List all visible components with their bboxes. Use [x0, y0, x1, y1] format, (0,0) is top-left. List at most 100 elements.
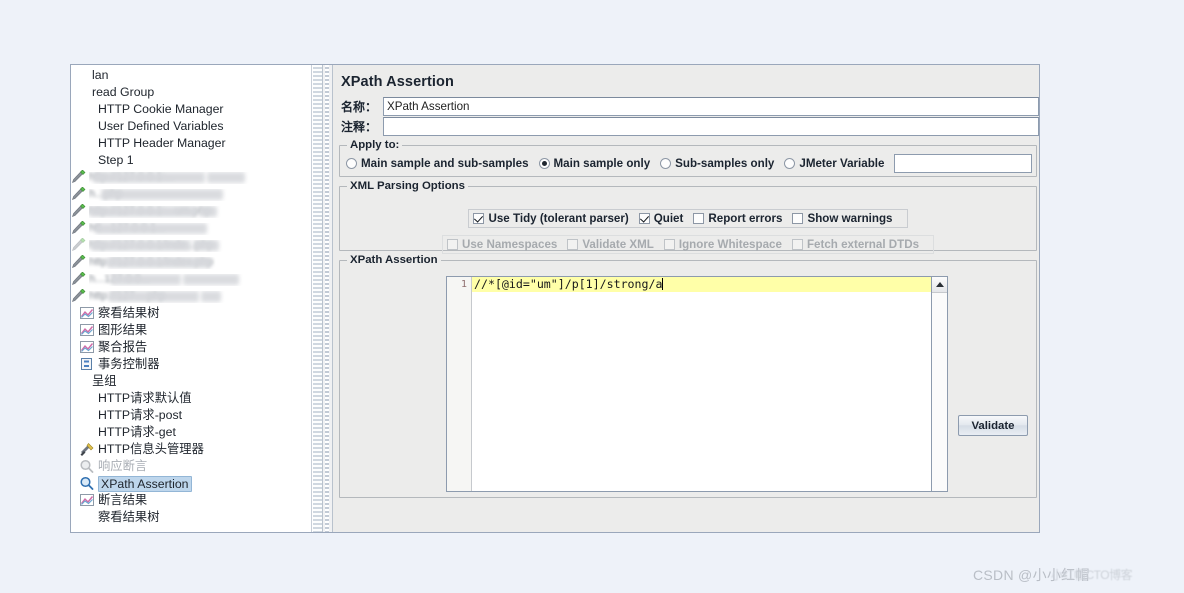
redacted-label: http://127.0.0.1/index.php	[89, 256, 322, 269]
tree-item-redacted[interactable]: http://127....php	[71, 288, 322, 305]
checkbox-label: Use Namespaces	[461, 238, 558, 251]
apply-to-radio-main-sample-only[interactable]: Main sample only	[538, 157, 651, 170]
tree-item-label: 呈组	[92, 374, 117, 388]
split-divider[interactable]	[322, 65, 333, 532]
http-sampler-icon-dim	[71, 238, 87, 253]
tree-item-label: read Group	[92, 85, 155, 99]
tree-item-xpath-assertion[interactable]: XPath Assertion	[71, 475, 322, 492]
tree-item-label: 断言结果	[98, 493, 148, 507]
tree-item-redacted[interactable]: h...php	[71, 186, 322, 203]
jmeter-variable-input[interactable]	[894, 154, 1032, 173]
tree-item-响应断言[interactable]: 响应断言	[71, 458, 322, 475]
watermark: CSDN @小小红帽 小红帽CTO博客	[973, 565, 1133, 585]
comment-input[interactable]	[383, 117, 1039, 136]
checkbox-indicator-icon	[638, 213, 650, 224]
editor-vertical-scrollbar[interactable]	[932, 276, 948, 492]
tree-item-redacted[interactable]: htt...127.0.0.1...	[71, 220, 322, 237]
comment-label: 注释：	[341, 120, 378, 134]
tree-item-呈组[interactable]: 呈组	[71, 373, 322, 390]
tree-item-http请求-post[interactable]: HTTP请求-post	[71, 407, 322, 424]
checkbox-quiet[interactable]: Quiet	[638, 212, 683, 225]
chart-icon	[79, 306, 95, 321]
split-divider-grip[interactable]	[325, 65, 329, 532]
tree-item-redacted[interactable]: http://127.0.0.1:...	[71, 169, 322, 186]
apply-to-radio-label: Main sample only	[553, 157, 651, 170]
tree-item-http-cookie-manager[interactable]: HTTP Cookie Manager	[71, 101, 322, 118]
redacted-label: http://127....php	[89, 290, 322, 303]
tree-item-label: XPath Assertion	[98, 475, 192, 492]
checkbox-indicator-icon	[693, 213, 705, 224]
checkbox-label: Use Tidy (tolerant parser)	[488, 212, 629, 225]
wrench-icon	[79, 442, 95, 457]
test-plan-tree[interactable]: lan read Group HTTP Cookie Manager User Def…	[71, 65, 322, 532]
name-input[interactable]: XPath Assertion	[383, 97, 1039, 116]
tree-item-断言结果[interactable]: 断言结果	[71, 492, 322, 509]
tree-item-redacted[interactable]: http://127.0.0.1/inde...php	[71, 237, 322, 254]
tree-item-图形结果[interactable]: 图形结果	[71, 322, 322, 339]
checkbox-use-tidy-tolerant-parser[interactable]: Use Tidy (tolerant parser)	[473, 212, 629, 225]
checkbox-indicator-icon	[446, 239, 458, 250]
radio-indicator-icon	[538, 158, 550, 169]
checkbox-label: Ignore Whitespace	[678, 238, 782, 251]
tree-item-lan[interactable]: lan	[71, 67, 322, 84]
checkbox-indicator-icon	[663, 239, 675, 250]
redacted-label: http://127.0.0.1:...um.php	[89, 205, 322, 218]
apply-to-options: Main sample and sub-samples Main sample o…	[340, 146, 1036, 179]
tree-item-http信息头管理器[interactable]: HTTP信息头管理器	[71, 441, 322, 458]
tree-item-label: HTTP请求默认值	[98, 391, 192, 405]
tree-item-http请求默认值[interactable]: HTTP请求默认值	[71, 390, 322, 407]
xpath-expression-text: //*[@id="um"]/p[1]/strong/a	[474, 277, 663, 291]
tree-item-label: HTTP Header Manager	[98, 136, 226, 150]
tree-item-label: 聚合报告	[98, 340, 148, 354]
http-sampler-icon	[71, 272, 87, 287]
scroll-up-button[interactable]	[932, 277, 947, 293]
apply-to-radio-main-sample-and-sub-samples[interactable]: Main sample and sub-samples	[346, 157, 529, 170]
tree-item-user-defined-variables[interactable]: User Defined Variables	[71, 118, 322, 135]
tree-item-label: lan	[92, 68, 109, 82]
apply-to-radio-jmeter-variable[interactable]: JMeter Variable	[784, 157, 884, 170]
http-sampler-icon	[71, 204, 87, 219]
magnifier-icon	[79, 476, 95, 491]
tree-item-label: HTTP请求-post	[98, 408, 183, 422]
checkbox-label: Report errors	[708, 212, 783, 225]
page-title: XPath Assertion	[341, 74, 454, 90]
apply-to-group: Apply to: Main sample and sub-samples Mai…	[339, 139, 1037, 179]
tree-item-察看结果树[interactable]: 察看结果树	[71, 509, 322, 526]
validate-button[interactable]: Validate	[958, 415, 1028, 436]
editor-scrollbar-track[interactable]	[932, 293, 947, 491]
tree-item-聚合报告[interactable]: 聚合报告	[71, 339, 322, 356]
http-sampler-icon	[71, 255, 87, 270]
http-sampler-icon	[71, 221, 87, 236]
xml-parsing-options-title: XML Parsing Options	[347, 180, 468, 192]
tree-item-step-1[interactable]: Step 1	[71, 152, 322, 169]
checkbox-report-errors[interactable]: Report errors	[693, 212, 782, 225]
tree-scrollbar-thumb[interactable]	[313, 65, 322, 532]
redacted-label: htt...127.0.0.1...	[89, 222, 322, 235]
redacted-label: h...127.0.0...	[89, 273, 322, 286]
http-sampler-icon	[71, 289, 87, 304]
tree-vertical-scrollbar[interactable]	[311, 65, 322, 532]
apply-to-radio-sub-samples-only[interactable]: Sub-samples only	[660, 157, 774, 170]
checkbox-show-warnings[interactable]: Show warnings	[792, 212, 893, 225]
chart-icon	[79, 493, 95, 508]
tree-item-redacted[interactable]: h...127.0.0...	[71, 271, 322, 288]
tree-item-read-group[interactable]: read Group	[71, 84, 322, 101]
tree-item-事务控制器[interactable]: 事务控制器	[71, 356, 322, 373]
tree-item-察看结果树[interactable]: 察看结果树	[71, 305, 322, 322]
tree-item-redacted[interactable]: http://127.0.0.1:...um.php	[71, 203, 322, 220]
xpath-expression-line[interactable]: //*[@id="um"]/p[1]/strong/a	[472, 277, 931, 292]
tree-item-http请求-get[interactable]: HTTP请求-get	[71, 424, 322, 441]
xpath-expression-editor[interactable]: 1 //*[@id="um"]/p[1]/strong/a	[446, 276, 932, 492]
redacted-label: http://127.0.0.1:...	[89, 171, 322, 184]
tree-item-redacted[interactable]: http://127.0.0.1/index.php	[71, 254, 322, 271]
xml-parsing-options-group: XML Parsing Options Use Tidy (tolerant p…	[339, 180, 1037, 254]
tree-item-http-header-manager[interactable]: HTTP Header Manager	[71, 135, 322, 152]
editor-code-area[interactable]: //*[@id="um"]/p[1]/strong/a	[472, 277, 931, 491]
tree-item-label: HTTP信息头管理器	[98, 442, 204, 456]
